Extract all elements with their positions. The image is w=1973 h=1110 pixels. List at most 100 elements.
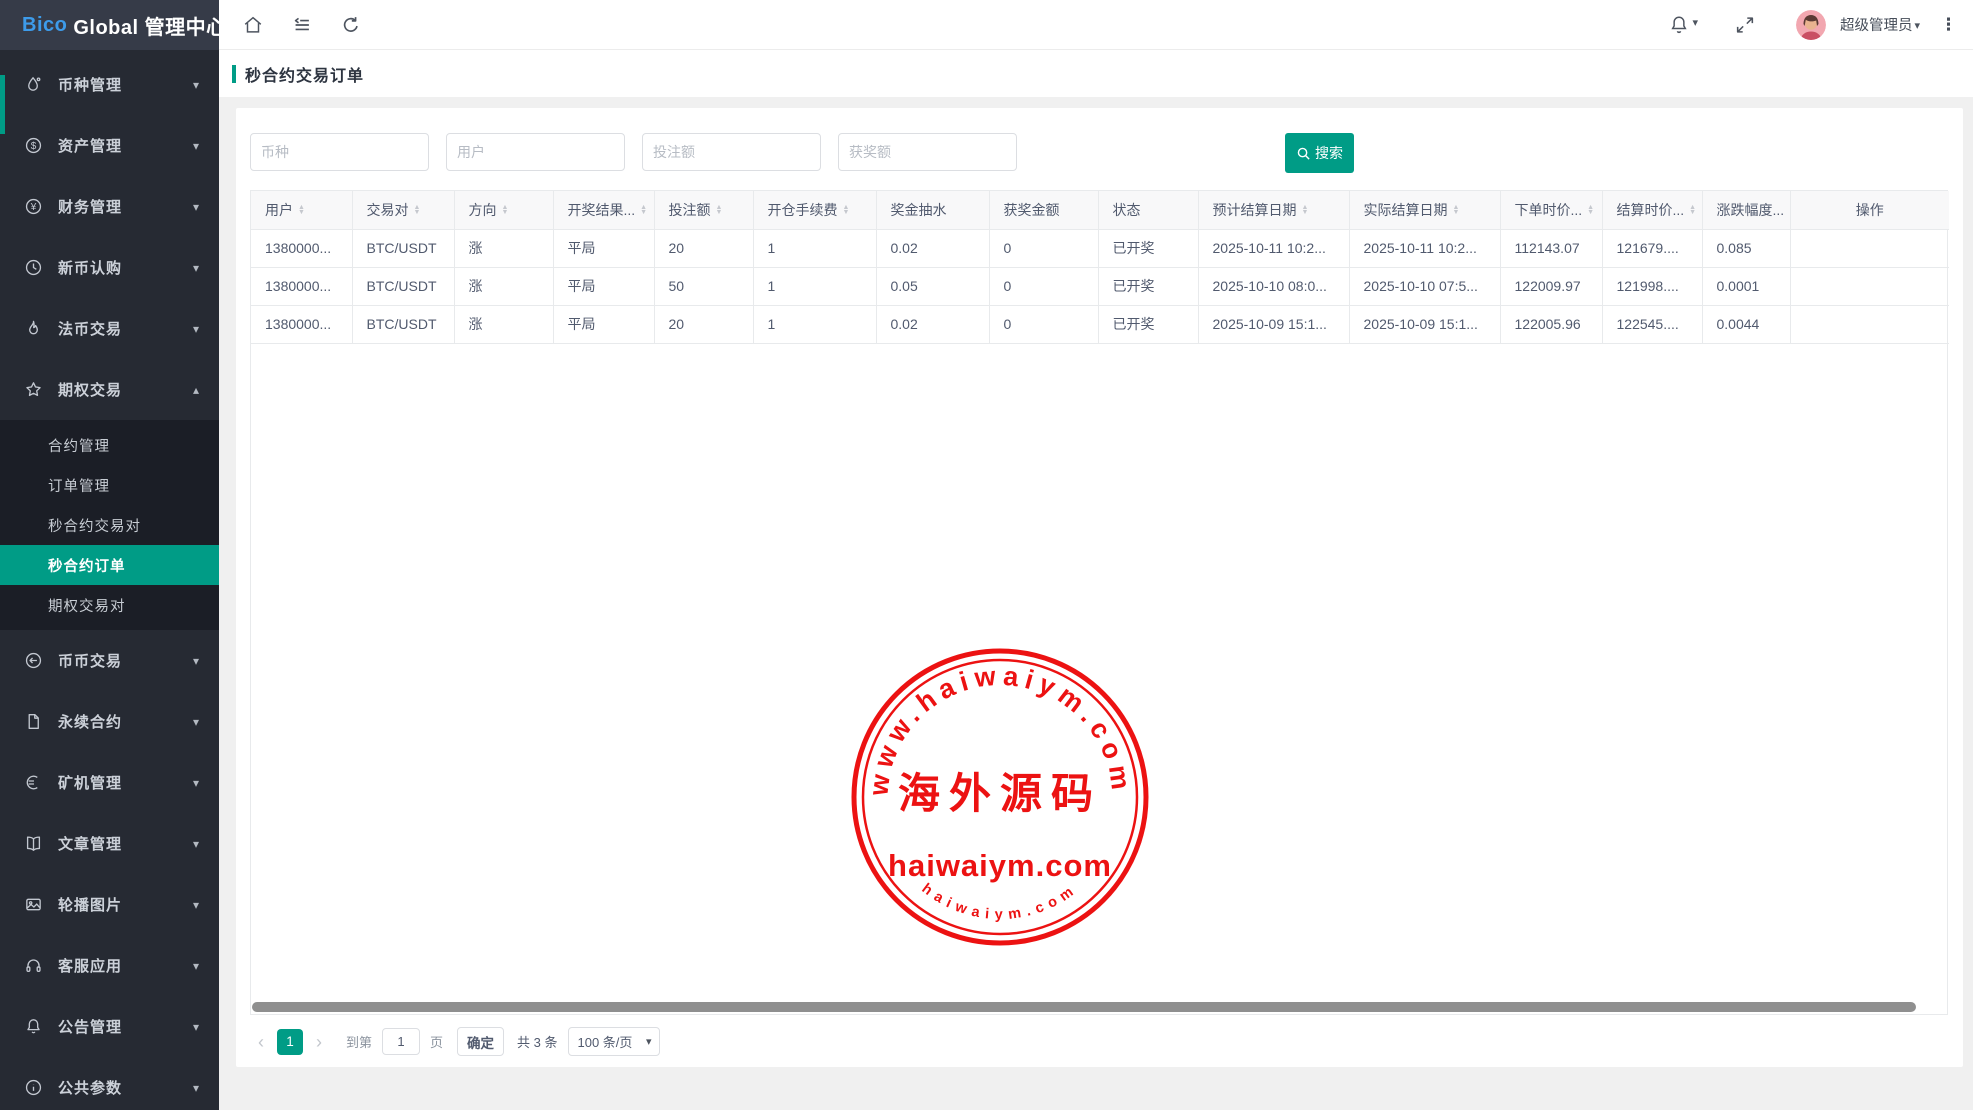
column-label: 获奖金额 bbox=[1004, 200, 1060, 220]
search-button-label: 搜索 bbox=[1315, 143, 1343, 163]
fullscreen-icon[interactable] bbox=[1734, 14, 1756, 36]
table-row: 1380000...BTC/USDT涨平局5010.050已开奖2025-10-… bbox=[251, 267, 1949, 305]
search-button[interactable]: 搜索 bbox=[1285, 133, 1354, 173]
page-size-select[interactable]: 100 条/页 ▾ bbox=[568, 1027, 660, 1056]
column-header[interactable]: 用户 ▲▼ bbox=[251, 191, 352, 229]
sort-carets-icon[interactable]: ▲▼ bbox=[1587, 205, 1594, 215]
table-cell: 0.05 bbox=[876, 267, 989, 305]
search-field-prize-amount[interactable] bbox=[838, 133, 1017, 171]
column-label: 用户 bbox=[265, 200, 293, 220]
pagination: ‹ 1 › 到第 页 确定 共 3 条 100 条/页 ▾ bbox=[250, 1027, 660, 1056]
column-header[interactable]: 预计结算日期▲▼ bbox=[1198, 191, 1349, 229]
table-cell: BTC/USDT bbox=[352, 267, 454, 305]
column-header[interactable]: 方向▲▼ bbox=[454, 191, 553, 229]
table-cell: 涨 bbox=[454, 305, 553, 343]
sidebar-subitem-second-contract-pairs[interactable]: 秒合约交易对 bbox=[0, 505, 219, 545]
sidebar-item-asset-management[interactable]: $资产管理▾ bbox=[0, 115, 219, 176]
column-header[interactable]: 开奖结果...▲▼ bbox=[553, 191, 654, 229]
sidebar-item-perpetual-contract[interactable]: 永续合约▾ bbox=[0, 691, 219, 752]
column-header[interactable]: 实际结算日期 ▲▼ bbox=[1349, 191, 1500, 229]
sidebar-item-banner-images[interactable]: 轮播图片▾ bbox=[0, 874, 219, 935]
table-cell: 1380000... bbox=[251, 267, 352, 305]
sidebar-item-new-coin-subscribe[interactable]: 新币认购▾ bbox=[0, 237, 219, 298]
sort-carets-icon[interactable]: ▲▼ bbox=[502, 205, 509, 215]
column-header[interactable]: 交易对 ▲▼ bbox=[352, 191, 454, 229]
sidebar-item-customer-service[interactable]: 客服应用▾ bbox=[0, 935, 219, 996]
sidebar-subitem-order-management[interactable]: 订单管理 bbox=[0, 465, 219, 505]
column-header[interactable]: 开仓手续费▲▼ bbox=[753, 191, 876, 229]
column-header: 获奖金额 bbox=[989, 191, 1098, 229]
sidebar-subitem-contract-management[interactable]: 合约管理 bbox=[0, 425, 219, 465]
sidebar-item-article-management[interactable]: 文章管理▾ bbox=[0, 813, 219, 874]
table-cell: BTC/USDT bbox=[352, 305, 454, 343]
search-field-user[interactable] bbox=[446, 133, 625, 171]
sort-carets-icon[interactable]: ▲▼ bbox=[843, 205, 850, 215]
page-unit-label: 页 bbox=[430, 1032, 443, 1051]
page-number-button[interactable]: 1 bbox=[277, 1029, 303, 1055]
header-right-actions: ▾ 超级管理员 ▾ ⋮ bbox=[1668, 10, 1973, 40]
sidebar-item-announcement-management[interactable]: 公告管理▾ bbox=[0, 996, 219, 1057]
sidebar-item-finance-management[interactable]: ¥财务管理▾ bbox=[0, 176, 219, 237]
horizontal-scrollbar[interactable] bbox=[252, 1002, 1916, 1012]
sort-carets-icon[interactable]: ▲▼ bbox=[640, 205, 647, 215]
search-field-bet-amount[interactable] bbox=[642, 133, 821, 171]
table-cell: 122005.96 bbox=[1500, 305, 1602, 343]
table-cell: 1 bbox=[753, 305, 876, 343]
page-title: 秒合约交易订单 bbox=[245, 62, 364, 86]
collapse-sidebar-icon[interactable] bbox=[291, 14, 313, 36]
column-label: 实际结算日期 bbox=[1364, 200, 1448, 220]
column-header[interactable]: 结算时价...▲▼ bbox=[1602, 191, 1702, 229]
confirm-page-button[interactable]: 确定 bbox=[457, 1027, 504, 1056]
chevron-down-icon: ▾ bbox=[193, 322, 199, 336]
search-icon bbox=[1296, 146, 1311, 161]
table-cell: 121679.... bbox=[1602, 229, 1702, 267]
dollar-circle-icon: $ bbox=[24, 136, 44, 156]
chevron-up-icon: ▴ bbox=[193, 383, 199, 397]
sort-carets-icon[interactable]: ▲▼ bbox=[414, 205, 421, 215]
sort-carets-icon[interactable]: ▲▼ bbox=[1453, 205, 1460, 215]
table-cell: 121998.... bbox=[1602, 267, 1702, 305]
column-label: 交易对 bbox=[367, 200, 409, 220]
sort-carets-icon[interactable]: ▲▼ bbox=[1689, 205, 1696, 215]
sort-carets-icon[interactable]: ▲▼ bbox=[716, 205, 723, 215]
sidebar-item-miner-management[interactable]: 矿机管理▾ bbox=[0, 752, 219, 813]
sidebar-subitem-option-pairs[interactable]: 期权交易对 bbox=[0, 585, 219, 625]
notifications-button[interactable]: ▾ bbox=[1668, 14, 1698, 36]
sort-carets-icon[interactable]: ▲▼ bbox=[298, 205, 305, 215]
table-cell: 已开奖 bbox=[1098, 267, 1198, 305]
column-header[interactable]: 涨跌幅度...▲▼ bbox=[1702, 191, 1790, 229]
flame-icon bbox=[24, 319, 44, 339]
table-cell: 0 bbox=[989, 229, 1098, 267]
sidebar-item-fiat-trade[interactable]: 法币交易▾ bbox=[0, 298, 219, 359]
table-row: 1380000...BTC/USDT涨平局2010.020已开奖2025-10-… bbox=[251, 305, 1949, 343]
avatar[interactable] bbox=[1796, 10, 1826, 40]
search-field-coin[interactable] bbox=[250, 133, 429, 171]
sidebar-item-label: 币币交易 bbox=[58, 650, 122, 671]
sidebar-item-coin-management[interactable]: 币种管理▾ bbox=[0, 54, 219, 115]
table-cell bbox=[1790, 267, 1949, 305]
refresh-icon[interactable] bbox=[340, 14, 362, 36]
top-header: ▾ 超级管理员 ▾ ⋮ bbox=[219, 0, 1973, 50]
table-cell: 2025-10-09 15:1... bbox=[1198, 305, 1349, 343]
sidebar-subitem-second-contract-orders[interactable]: 秒合约订单 bbox=[0, 545, 219, 585]
chevron-down-icon: ▾ bbox=[193, 1081, 199, 1095]
sidebar-item-spot-trade[interactable]: 币币交易▾ bbox=[0, 630, 219, 691]
next-page-icon[interactable]: › bbox=[308, 1029, 330, 1055]
more-vertical-icon[interactable]: ⋮ bbox=[1920, 15, 1967, 35]
table-cell: 112143.07 bbox=[1500, 229, 1602, 267]
home-icon[interactable] bbox=[242, 14, 264, 36]
table-cell: 20 bbox=[654, 229, 753, 267]
table-cell: 平局 bbox=[553, 229, 654, 267]
column-header[interactable]: 投注额▲▼ bbox=[654, 191, 753, 229]
user-menu[interactable]: 超级管理员 bbox=[1840, 14, 1913, 35]
chevron-down-icon: ▾ bbox=[193, 139, 199, 153]
sidebar-item-public-params[interactable]: 公共参数▾ bbox=[0, 1057, 219, 1110]
goto-page-input[interactable] bbox=[382, 1028, 420, 1055]
table-cell: 平局 bbox=[553, 305, 654, 343]
prev-page-icon[interactable]: ‹ bbox=[250, 1029, 272, 1055]
svg-text:¥: ¥ bbox=[30, 202, 37, 213]
sidebar-item-option-trade[interactable]: 期权交易▴ bbox=[0, 359, 219, 420]
column-header[interactable]: 下单时价...▲▼ bbox=[1500, 191, 1602, 229]
sort-carets-icon[interactable]: ▲▼ bbox=[1302, 205, 1309, 215]
table-cell: 0.02 bbox=[876, 305, 989, 343]
